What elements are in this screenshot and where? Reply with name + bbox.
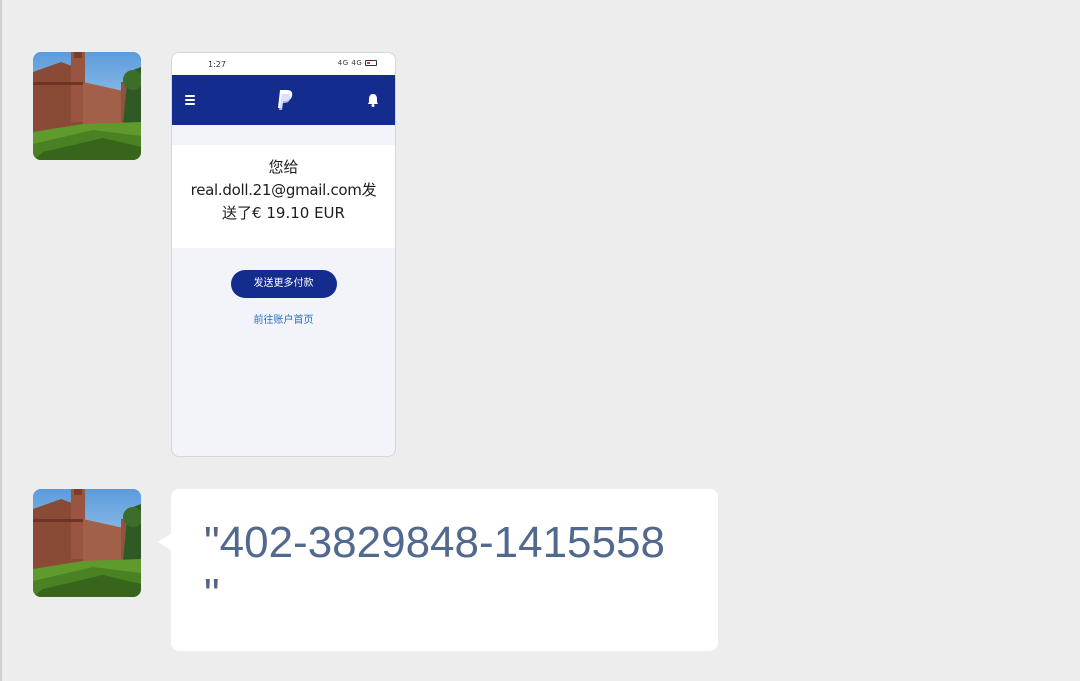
castle-photo-icon <box>33 52 141 160</box>
send-more-payments-button: 发送更多付款 <box>230 270 337 298</box>
avatar[interactable] <box>33 489 141 597</box>
quote-open: " <box>204 518 220 567</box>
account-home-link: 前往账户首页 <box>253 315 314 326</box>
message-row-image: 1:27 4G 4G 您给 real.doll.21@gmail.com发 送了… <box>0 52 1080 458</box>
confirmation-line-3: 送了€ 19.10 EUR <box>222 204 345 222</box>
phone-status-bar: 1:27 4G 4G <box>172 53 395 75</box>
paypal-logo-icon <box>278 90 293 110</box>
confirmation-line-1: 您给 <box>268 158 299 176</box>
bubble-tail <box>158 533 172 551</box>
avatar[interactable] <box>33 52 141 160</box>
message-text[interactable]: "402-3829848-1415558 " <box>204 517 704 621</box>
confirmation-line-2: real.doll.21@gmail.com发 <box>190 181 377 199</box>
menu-icon <box>185 95 195 107</box>
spacer <box>172 125 395 145</box>
order-number[interactable]: 402-3829848-1415558 <box>220 518 665 567</box>
castle-photo-icon <box>33 489 141 597</box>
payment-confirmation-card: 您给 real.doll.21@gmail.com发 送了€ 19.10 EUR <box>172 145 395 248</box>
text-message-bubble[interactable]: "402-3829848-1415558 " <box>171 489 718 651</box>
battery-icon <box>365 60 377 66</box>
bell-icon <box>368 94 378 107</box>
image-message[interactable]: 1:27 4G 4G 您给 real.doll.21@gmail.com发 送了… <box>171 52 396 457</box>
message-row-text: "402-3829848-1415558 " <box>0 489 1080 651</box>
quote-close: " <box>204 570 220 619</box>
status-icons: 4G 4G <box>338 59 377 67</box>
status-time: 1:27 <box>208 60 226 69</box>
paypal-header <box>172 75 395 125</box>
network-label: 4G 4G <box>337 59 363 67</box>
